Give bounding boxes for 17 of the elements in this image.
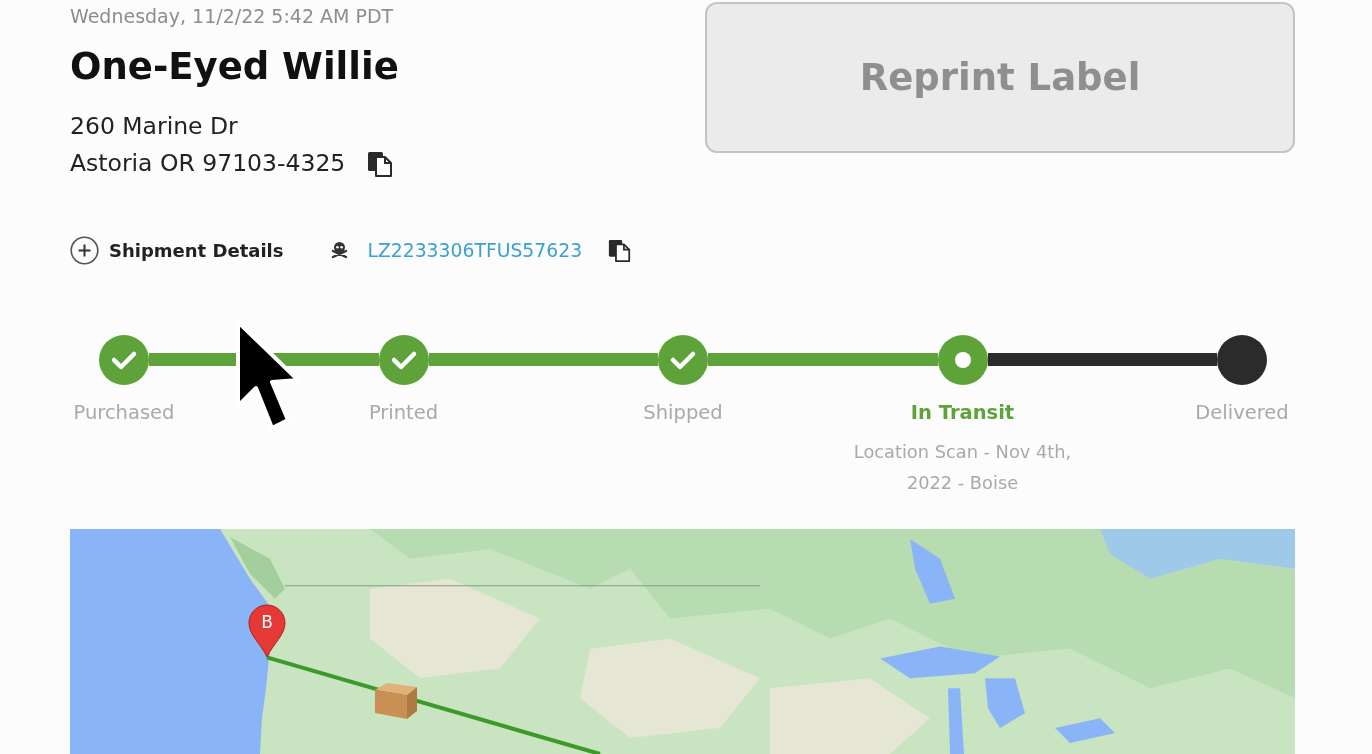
map-marker[interactable]: B <box>248 604 286 658</box>
copy-icon[interactable] <box>367 150 394 177</box>
skull-crossbones-icon <box>330 240 350 260</box>
step-label: Shipped <box>643 400 723 426</box>
copy-icon[interactable] <box>608 238 632 262</box>
step-label: Purchased <box>73 400 175 426</box>
tracking-number-link[interactable]: LZ2233306TFUS57623 <box>367 239 583 261</box>
address-line: 260 Marine Dr <box>70 111 238 142</box>
step-label: Printed <box>368 400 439 426</box>
step-label: Delivered <box>1195 400 1289 426</box>
step-label: In Transit <box>910 400 1015 426</box>
recipient-name: One-Eyed Willie <box>70 44 399 90</box>
address-line: Astoria OR 97103-4325 <box>70 148 346 179</box>
timestamp: Wednesday, 11/2/22 5:42 AM PDT <box>70 5 395 27</box>
package-icon <box>373 682 419 720</box>
shipment-details-toggle[interactable]: Shipment Details <box>70 235 284 265</box>
step-detail: Location Scan - Nov 4th, 2022 - Boise <box>852 440 1073 495</box>
